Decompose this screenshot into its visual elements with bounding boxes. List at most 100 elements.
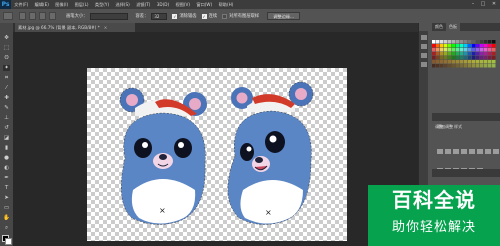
history-brush-icon[interactable]: ↺ — [3, 125, 10, 131]
crop-tool-icon[interactable]: ⌗ — [3, 75, 10, 81]
menu-window[interactable]: 窗口(W) — [193, 0, 215, 9]
swatch[interactable] — [464, 48, 468, 52]
swatch[interactable] — [452, 60, 456, 64]
swatch[interactable] — [492, 56, 496, 60]
swatch[interactable] — [460, 64, 464, 68]
swatch[interactable] — [444, 60, 448, 64]
minimize-button[interactable]: – — [468, 0, 478, 9]
swatch[interactable] — [436, 40, 440, 44]
swatch[interactable] — [440, 56, 444, 60]
swatch[interactable] — [476, 48, 480, 52]
swatch[interactable] — [468, 48, 472, 52]
menu-edit[interactable]: 编辑(E) — [31, 0, 52, 9]
swatch[interactable] — [464, 52, 468, 56]
black-white-icon[interactable] — [493, 149, 499, 154]
swatch[interactable] — [452, 48, 456, 52]
properties-panel-icon[interactable] — [420, 44, 427, 49]
swatch[interactable] — [448, 48, 452, 52]
menu-file[interactable]: 文件(F) — [11, 0, 31, 9]
type-tool-icon[interactable]: T — [3, 185, 10, 191]
healing-brush-icon[interactable]: ✚ — [3, 95, 10, 101]
swatch[interactable] — [480, 52, 484, 56]
background-color-swatch[interactable] — [5, 238, 12, 245]
swatch[interactable] — [452, 56, 456, 60]
tolerance-input[interactable]: 32 — [151, 12, 168, 20]
swatch[interactable] — [476, 40, 480, 44]
swatch[interactable] — [444, 56, 448, 60]
swatch[interactable] — [476, 64, 480, 68]
swatch[interactable] — [448, 52, 452, 56]
swatch[interactable] — [464, 44, 468, 48]
document-canvas[interactable]: × × — [87, 68, 347, 241]
swatch[interactable] — [436, 44, 440, 48]
paragraph-panel-icon[interactable] — [420, 53, 427, 58]
new-selection-icon[interactable] — [19, 12, 26, 20]
swatch[interactable] — [444, 44, 448, 48]
pen-tool-icon[interactable]: ✒ — [3, 175, 10, 181]
swatch[interactable] — [492, 64, 496, 68]
swatch[interactable] — [432, 56, 436, 60]
swatch[interactable] — [464, 64, 468, 68]
swatch[interactable] — [472, 60, 476, 64]
menu-select[interactable]: 选择(S) — [112, 0, 133, 9]
swatch[interactable] — [472, 52, 476, 56]
tab-styles[interactable]: 样式 — [451, 123, 465, 131]
swatch[interactable] — [456, 44, 460, 48]
clone-stamp-icon[interactable]: ⊥ — [3, 115, 10, 121]
add-selection-icon[interactable] — [29, 12, 36, 20]
swatch[interactable] — [476, 56, 480, 60]
swatch[interactable] — [472, 64, 476, 68]
swatches-grid[interactable] — [432, 40, 498, 80]
menu-filter[interactable]: 滤镜(T) — [133, 0, 154, 9]
swatch[interactable] — [432, 52, 436, 56]
swatch[interactable] — [456, 56, 460, 60]
swatch[interactable] — [456, 52, 460, 56]
curves-icon[interactable] — [453, 149, 459, 154]
swatch[interactable] — [476, 60, 480, 64]
swatch[interactable] — [456, 40, 460, 44]
exposure-icon[interactable] — [461, 149, 467, 154]
swatch[interactable] — [432, 60, 436, 64]
swatch[interactable] — [440, 40, 444, 44]
marquee-tool-icon[interactable]: ⬚ — [3, 45, 10, 51]
swatch[interactable] — [448, 60, 452, 64]
zoom-tool-icon[interactable]: ⌕ — [3, 225, 10, 231]
swatch[interactable] — [444, 52, 448, 56]
swatch[interactable] — [468, 44, 472, 48]
swatch[interactable] — [472, 56, 476, 60]
swatch[interactable] — [456, 60, 460, 64]
menu-layer[interactable]: 图层(L) — [71, 0, 91, 9]
brush-tool-icon[interactable]: ✎ — [3, 105, 10, 111]
swatch[interactable] — [484, 52, 488, 56]
swatch[interactable] — [448, 64, 452, 68]
sample-all-checkbox[interactable] — [222, 13, 228, 19]
swatch[interactable] — [448, 44, 452, 48]
swatch[interactable] — [488, 60, 492, 64]
hue-saturation-icon[interactable] — [477, 149, 483, 154]
swatch[interactable] — [480, 64, 484, 68]
swatch[interactable] — [468, 52, 472, 56]
swatch[interactable] — [480, 60, 484, 64]
swatch[interactable] — [480, 40, 484, 44]
blur-tool-icon[interactable]: ● — [3, 155, 10, 161]
swatch[interactable] — [488, 56, 492, 60]
swatch[interactable] — [472, 40, 476, 44]
close-button[interactable]: ✕ — [489, 0, 499, 9]
swatch[interactable] — [436, 48, 440, 52]
swatch[interactable] — [448, 40, 452, 44]
swatch[interactable] — [468, 64, 472, 68]
swatch[interactable] — [456, 64, 460, 68]
swatch[interactable] — [452, 64, 456, 68]
swatch[interactable] — [460, 40, 464, 44]
swatch[interactable] — [444, 64, 448, 68]
swatch[interactable] — [436, 52, 440, 56]
antialias-checkbox[interactable]: ✓ — [172, 13, 178, 19]
path-select-icon[interactable]: ➤ — [3, 195, 10, 201]
swatch[interactable] — [432, 40, 436, 44]
swatch[interactable] — [484, 44, 488, 48]
refine-edge-button[interactable]: 调整边缘... — [267, 12, 300, 20]
swatch[interactable] — [440, 64, 444, 68]
swatch[interactable] — [484, 60, 488, 64]
swatch[interactable] — [440, 48, 444, 52]
swatch[interactable] — [480, 56, 484, 60]
